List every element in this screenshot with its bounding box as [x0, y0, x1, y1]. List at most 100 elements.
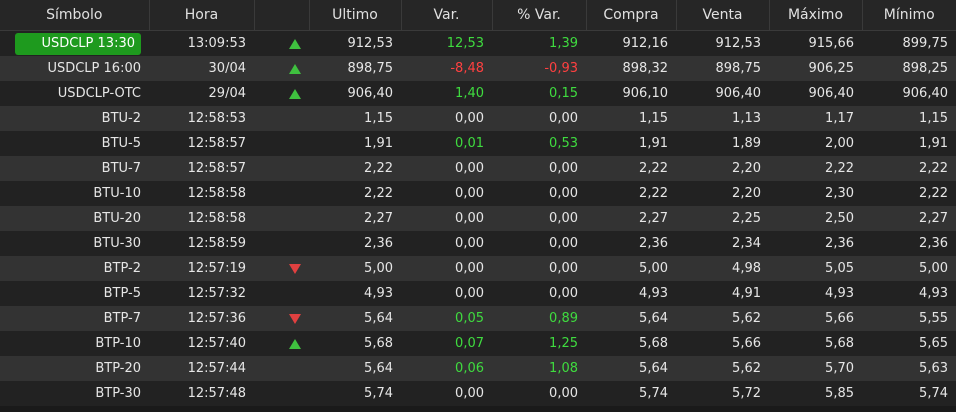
time-cell: 12:58:58: [149, 206, 254, 231]
arrow-down-icon: [289, 263, 301, 274]
table-row[interactable]: USDCLP 16:00 30/04 898,75 -8,48 -0,93 898,32 8…: [0, 56, 956, 81]
time-cell: 12:57:40: [149, 331, 254, 356]
bid-cell: 2,36: [586, 231, 676, 256]
symbol-cell[interactable]: BTU-7: [0, 156, 149, 181]
col-header-simbolo[interactable]: Símbolo: [0, 0, 150, 31]
table-row[interactable]: BTP-2 12:57:19 5,00 0,00 0,00 5,00 4,98 5,05 5,0…: [0, 256, 956, 281]
col-header-maximo[interactable]: Máximo: [769, 0, 863, 31]
col-header-venta[interactable]: Venta: [676, 0, 770, 31]
high-cell: 5,70: [769, 356, 862, 381]
direction-cell: [254, 231, 309, 256]
table-row[interactable]: BTP-30 12:57:48 5,74 0,00 0,00 5,74 5,72 5,85 5,…: [0, 381, 956, 406]
symbol-cell[interactable]: BTP-5: [0, 281, 149, 306]
bid-cell: 5,00: [586, 256, 676, 281]
arrow-down-icon: [289, 313, 301, 324]
ask-cell: 4,98: [676, 256, 769, 281]
direction-cell: [254, 30, 309, 56]
col-header-var[interactable]: Var.: [401, 0, 493, 31]
change-cell: 0,00: [401, 156, 492, 181]
high-cell: 2,30: [769, 181, 862, 206]
last-price-cell: 5,74: [309, 381, 401, 406]
col-header-direction[interactable]: [254, 0, 310, 31]
col-header-hora[interactable]: Hora: [149, 0, 255, 31]
symbol-cell[interactable]: BTU-20: [0, 206, 149, 231]
low-cell: 5,55: [862, 306, 956, 331]
pct-change-cell: 0,00: [492, 206, 586, 231]
pct-change-cell: 0,00: [492, 156, 586, 181]
table-row[interactable]: BTU-30 12:58:59 2,36 0,00 0,00 2,36 2,34 2,36 2,…: [0, 231, 956, 256]
symbol-cell[interactable]: BTP-30: [0, 381, 149, 406]
header-row: Símbolo Hora Ultimo Var. % Var. Compra V…: [0, 0, 956, 31]
time-cell: 12:58:59: [149, 231, 254, 256]
change-cell: 0,00: [401, 256, 492, 281]
low-cell: 5,63: [862, 356, 956, 381]
col-header-compra[interactable]: Compra: [586, 0, 677, 31]
change-cell: 0,07: [401, 331, 492, 356]
low-cell: 4,93: [862, 281, 956, 306]
low-cell: 2,22: [862, 181, 956, 206]
table-row[interactable]: BTU-2 12:58:53 1,15 0,00 0,00 1,15 1,13 1,17 1,1…: [0, 106, 956, 131]
direction-cell: [254, 331, 309, 356]
ask-cell: 5,72: [676, 381, 769, 406]
symbol-cell[interactable]: BTP-7: [0, 306, 149, 331]
low-cell: 5,74: [862, 381, 956, 406]
pct-change-cell: 0,00: [492, 381, 586, 406]
table-row[interactable]: BTU-20 12:58:58 2,27 0,00 0,00 2,27 2,25 2,50 2,…: [0, 206, 956, 231]
pct-change-cell: 0,53: [492, 131, 586, 156]
last-price-cell: 1,91: [309, 131, 401, 156]
last-price-cell: 898,75: [309, 56, 401, 81]
symbol-cell[interactable]: BTU-2: [0, 106, 149, 131]
time-cell: 12:58:53: [149, 106, 254, 131]
pct-change-cell: 0,00: [492, 106, 586, 131]
pct-change-cell: 1,08: [492, 356, 586, 381]
low-cell: 5,65: [862, 331, 956, 356]
pct-change-cell: 0,00: [492, 231, 586, 256]
symbol-cell[interactable]: BTP-2: [0, 256, 149, 281]
ask-cell: 912,53: [676, 30, 769, 56]
arrow-up-icon: [289, 38, 301, 49]
ask-cell: 2,25: [676, 206, 769, 231]
pct-change-cell: -0,93: [492, 56, 586, 81]
symbol-cell[interactable]: USDCLP-OTC: [0, 81, 149, 106]
last-price-cell: 5,64: [309, 306, 401, 331]
table-row[interactable]: USDCLP 13:30 13:09:53 912,53 12,53 1,39 912,1…: [0, 30, 956, 56]
col-header-ultimo[interactable]: Ultimo: [309, 0, 402, 31]
ask-cell: 4,91: [676, 281, 769, 306]
table-row[interactable]: USDCLP-OTC 29/04 906,40 1,40 0,15 906,10 906,4…: [0, 81, 956, 106]
table-row[interactable]: BTU-7 12:58:57 2,22 0,00 0,00 2,22 2,20 2,22 2,2…: [0, 156, 956, 181]
table-row[interactable]: BTP-7 12:57:36 5,64 0,05 0,89 5,64 5,62 5,66 5,5…: [0, 306, 956, 331]
quotes-table: Símbolo Hora Ultimo Var. % Var. Compra V…: [0, 0, 956, 406]
table-row[interactable]: BTP-5 12:57:32 4,93 0,00 0,00 4,93 4,91 4,93 4,9…: [0, 281, 956, 306]
bid-cell: 898,32: [586, 56, 676, 81]
change-cell: 0,01: [401, 131, 492, 156]
ask-cell: 5,62: [676, 356, 769, 381]
symbol-cell[interactable]: BTP-10: [0, 331, 149, 356]
col-header-minimo[interactable]: Mínimo: [862, 0, 956, 31]
bid-cell: 2,22: [586, 181, 676, 206]
table-row[interactable]: BTP-10 12:57:40 5,68 0,07 1,25 5,68 5,66 5,68 5,…: [0, 331, 956, 356]
arrow-up-icon: [289, 338, 301, 349]
table-row[interactable]: BTU-5 12:58:57 1,91 0,01 0,53 1,91 1,89 2,00 1,9…: [0, 131, 956, 156]
pct-change-cell: 1,39: [492, 30, 586, 56]
direction-cell: [254, 306, 309, 331]
table-row[interactable]: BTP-20 12:57:44 5,64 0,06 1,08 5,64 5,62 5,70 5,…: [0, 356, 956, 381]
change-cell: 12,53: [401, 30, 492, 56]
ask-cell: 1,13: [676, 106, 769, 131]
selected-symbol-label[interactable]: USDCLP 13:30: [15, 32, 141, 55]
direction-cell: [254, 256, 309, 281]
table-row[interactable]: BTU-10 12:58:58 2,22 0,00 0,00 2,22 2,20 2,30 2,…: [0, 181, 956, 206]
high-cell: 2,00: [769, 131, 862, 156]
high-cell: 5,68: [769, 331, 862, 356]
symbol-cell[interactable]: USDCLP 16:00: [0, 56, 149, 81]
symbol-cell[interactable]: BTU-5: [0, 131, 149, 156]
time-cell: 12:57:36: [149, 306, 254, 331]
symbol-cell[interactable]: BTU-30: [0, 231, 149, 256]
symbol-cell[interactable]: BTP-20: [0, 356, 149, 381]
high-cell: 5,05: [769, 256, 862, 281]
low-cell: 899,75: [862, 30, 956, 56]
low-cell: 2,36: [862, 231, 956, 256]
direction-cell: [254, 131, 309, 156]
col-header-pct-var[interactable]: % Var.: [492, 0, 587, 31]
symbol-cell[interactable]: BTU-10: [0, 181, 149, 206]
direction-cell: [254, 206, 309, 231]
